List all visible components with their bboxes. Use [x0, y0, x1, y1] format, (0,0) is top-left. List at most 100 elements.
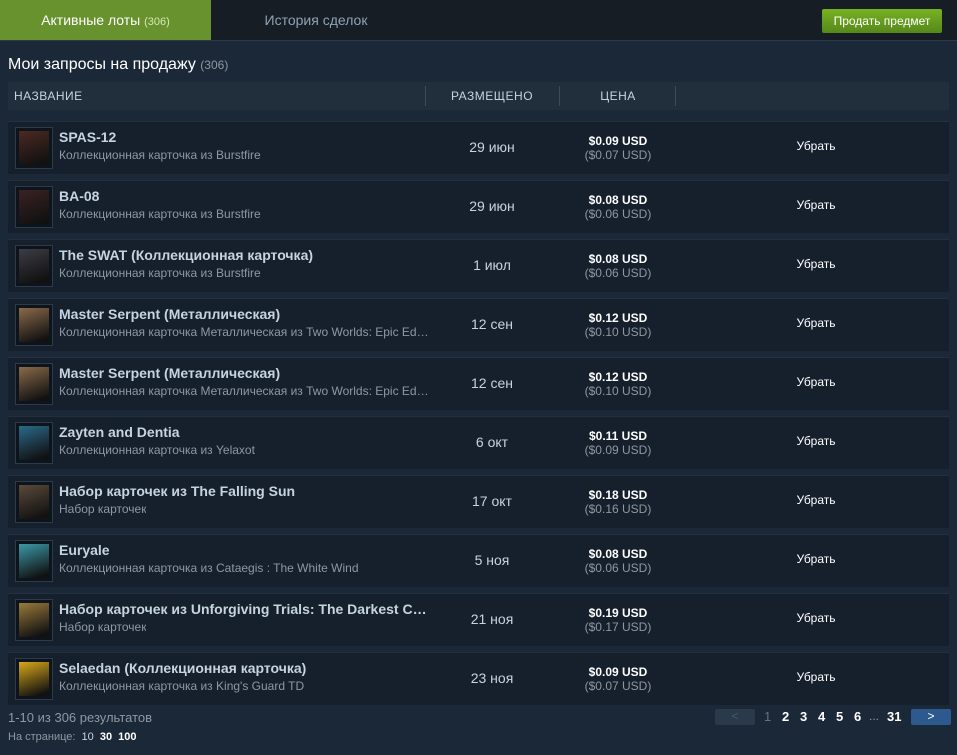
item-game: Коллекционная карточка из Burstfire — [59, 148, 261, 162]
item-art — [19, 485, 49, 519]
next-page-button[interactable]: > — [911, 709, 951, 725]
listing-row: Master Serpent (Металлическая) Коллекцио… — [8, 357, 949, 410]
item-art — [19, 131, 49, 165]
item-price: $0.09 USD ($0.07 USD) — [560, 665, 676, 693]
listings-table: SPAS-12 Коллекционная карточка из Burstf… — [8, 121, 949, 711]
sell-item-button[interactable]: Продать предмет — [822, 9, 942, 33]
item-game: Коллекционная карточка из King's Guard T… — [59, 679, 305, 693]
section-count: (306) — [200, 58, 229, 72]
item-name[interactable]: Master Serpent (Металлическая) — [59, 306, 280, 322]
seller-receives: ($0.06 USD) — [584, 266, 652, 280]
item-name[interactable]: Zayten and Dentia — [59, 424, 180, 440]
item-thumbnail[interactable] — [15, 245, 53, 287]
listed-date: 5 ноя — [474, 552, 510, 568]
page-link-1: 1 — [764, 709, 772, 724]
item-thumbnail[interactable] — [15, 186, 53, 228]
remove-listing-button[interactable]: Убрать — [778, 552, 854, 566]
item-thumbnail[interactable] — [15, 481, 53, 523]
seller-receives: ($0.06 USD) — [584, 207, 652, 221]
results-count: 1-10 из 306 результатов — [8, 710, 153, 725]
per-page-30[interactable]: 30 — [100, 731, 112, 743]
item-name[interactable]: SPAS-12 — [59, 129, 116, 145]
listing-row: Набор карточек из Unforgiving Trials: Th… — [8, 593, 949, 646]
item-thumbnail[interactable] — [15, 304, 53, 346]
tab-active-count: (306) — [144, 16, 170, 28]
seller-receives: ($0.10 USD) — [584, 325, 652, 339]
remove-listing-button[interactable]: Убрать — [778, 434, 854, 448]
buyer-price: $0.08 USD — [588, 193, 648, 207]
prev-page-button[interactable]: < — [715, 709, 755, 725]
page-link-2[interactable]: 2 — [782, 709, 789, 724]
column-listed: РАЗМЕЩЕНО — [450, 89, 534, 103]
item-game: Коллекционная карточка из Yelaxot — [59, 443, 255, 457]
listed-date: 23 ноя — [470, 670, 514, 686]
per-page-label: На странице: — [8, 731, 76, 743]
tab-active-listings[interactable]: Активные лоты (306) — [0, 0, 211, 40]
per-page-10[interactable]: 10 — [82, 731, 94, 743]
item-art — [19, 367, 49, 401]
item-name[interactable]: The SWAT (Коллекционная карточка) — [59, 247, 313, 263]
item-name[interactable]: Master Serpent (Металлическая) — [59, 365, 280, 381]
item-art — [19, 308, 49, 342]
remove-listing-button[interactable]: Убрать — [778, 670, 854, 684]
buyer-price: $0.08 USD — [588, 252, 648, 266]
page-link-6[interactable]: 6 — [854, 709, 861, 724]
remove-listing-button[interactable]: Убрать — [778, 611, 854, 625]
buyer-price: $0.09 USD — [588, 665, 648, 679]
item-thumbnail[interactable] — [15, 363, 53, 405]
page-link-4[interactable]: 4 — [818, 709, 825, 724]
remove-listing-button[interactable]: Убрать — [778, 198, 854, 212]
listing-row: The SWAT (Коллекционная карточка) Коллек… — [8, 239, 949, 292]
item-name[interactable]: BA-08 — [59, 188, 99, 204]
listed-date: 12 сен — [471, 316, 513, 332]
item-thumbnail[interactable] — [15, 127, 53, 169]
top-tab-bar: Активные лоты (306) История сделок Прода… — [0, 0, 957, 41]
item-price: $0.12 USD ($0.10 USD) — [560, 370, 676, 398]
item-name[interactable]: Selaedan (Коллекционная карточка) — [59, 660, 306, 676]
header-divider — [675, 86, 676, 106]
item-game: Коллекционная карточка Металлическая из … — [59, 384, 429, 398]
page-link-3[interactable]: 3 — [800, 709, 807, 724]
item-game: Коллекционная карточка из Burstfire — [59, 266, 261, 280]
buyer-price: $0.12 USD — [588, 311, 648, 325]
remove-listing-button[interactable]: Убрать — [778, 316, 854, 330]
buyer-price: $0.11 USD — [588, 429, 648, 443]
item-thumbnail[interactable] — [15, 599, 53, 641]
remove-listing-button[interactable]: Убрать — [778, 257, 854, 271]
item-name[interactable]: Euryale — [59, 542, 110, 558]
item-price: $0.08 USD ($0.06 USD) — [560, 193, 676, 221]
listed-date: 21 ноя — [470, 611, 514, 627]
per-page-100[interactable]: 100 — [118, 731, 136, 743]
item-art — [19, 249, 49, 283]
item-name[interactable]: Набор карточек из Unforgiving Trials: Th… — [59, 601, 429, 617]
item-game: Коллекционная карточка Металлическая из … — [59, 325, 429, 339]
seller-receives: ($0.16 USD) — [584, 502, 652, 516]
page-title: Мои запросы на продажу (306) — [8, 56, 228, 74]
item-price: $0.09 USD ($0.07 USD) — [560, 134, 676, 162]
item-game: Набор карточек — [59, 620, 147, 634]
listed-date: 29 июн — [469, 139, 515, 155]
listing-row: Zayten and Dentia Коллекционная карточка… — [8, 416, 949, 469]
item-art — [19, 190, 49, 224]
tab-active-label: Активные лоты — [41, 12, 141, 28]
remove-listing-button[interactable]: Убрать — [778, 493, 854, 507]
section-title: Мои запросы на продажу — [8, 56, 196, 73]
item-thumbnail[interactable] — [15, 540, 53, 582]
item-game: Коллекционная карточка из Burstfire — [59, 207, 261, 221]
remove-listing-button[interactable]: Убрать — [778, 139, 854, 153]
page-link-5[interactable]: 5 — [836, 709, 843, 724]
listing-row: Набор карточек из The Falling Sun Набор … — [8, 475, 949, 528]
buyer-price: $0.09 USD — [588, 134, 648, 148]
item-price: $0.08 USD ($0.06 USD) — [560, 547, 676, 575]
item-thumbnail[interactable] — [15, 658, 53, 700]
item-name[interactable]: Набор карточек из The Falling Sun — [59, 483, 295, 499]
item-game: Набор карточек — [59, 502, 147, 516]
page-ellipsis: ... — [869, 709, 880, 723]
listed-date: 12 сен — [471, 375, 513, 391]
listed-date: 1 июл — [473, 257, 511, 273]
page-link-last[interactable]: 31 — [887, 709, 901, 724]
item-price: $0.08 USD ($0.06 USD) — [560, 252, 676, 280]
remove-listing-button[interactable]: Убрать — [778, 375, 854, 389]
item-thumbnail[interactable] — [15, 422, 53, 464]
tab-history[interactable]: История сделок — [211, 0, 421, 40]
